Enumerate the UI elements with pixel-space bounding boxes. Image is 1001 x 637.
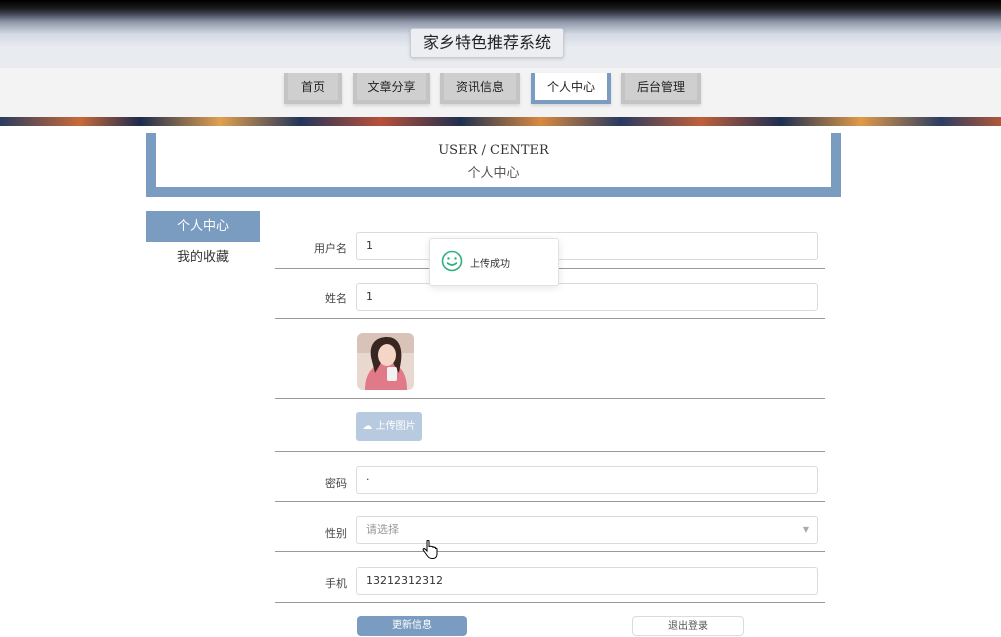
upload-image-label: 上传图片 (375, 421, 416, 432)
name-input[interactable]: 1 (356, 283, 818, 311)
form-row-password: 密码 · (275, 451, 825, 502)
top-header: 家乡特色推荐系统 (0, 0, 1001, 68)
nav-item-home[interactable]: 首页 (284, 73, 342, 104)
form-row-avatar (275, 318, 825, 399)
phone-input[interactable]: 13212312312 (356, 567, 818, 595)
form-row-upload: ☁ 上传图片 (275, 398, 825, 452)
toast-message: 上传成功 (470, 259, 510, 270)
smile-icon (441, 250, 463, 272)
avatar (357, 333, 414, 390)
sidebar-item-my-favorites[interactable]: 我的收藏 (146, 242, 260, 273)
nav-item-admin[interactable]: 后台管理 (621, 73, 701, 104)
sidebar-item-personal-center[interactable]: 个人中心 (146, 211, 260, 242)
hand-cursor-icon (422, 540, 438, 559)
page-banner: USER / CENTER 个人中心 (146, 133, 841, 197)
form-row-phone: 手机 13212312312 (275, 551, 825, 603)
success-toast: 上传成功 (429, 238, 559, 286)
nav-item-articles[interactable]: 文章分享 (353, 73, 430, 104)
username-input[interactable]: 1 (356, 232, 818, 260)
password-input[interactable]: · (356, 466, 818, 494)
logout-button[interactable]: 退出登录 (632, 616, 744, 636)
banner-image-strip (0, 117, 1001, 126)
site-title: 家乡特色推荐系统 (410, 28, 564, 58)
gender-select-placeholder: 请选择 (366, 523, 399, 536)
banner-title-cn: 个人中心 (467, 166, 520, 181)
update-info-button[interactable]: 更新信息 (357, 616, 467, 636)
name-label: 姓名 (325, 292, 347, 305)
sidebar: 个人中心 我的收藏 (146, 211, 260, 273)
phone-label: 手机 (325, 577, 347, 590)
chevron-down-icon: ▼ (802, 525, 809, 534)
cloud-upload-icon: ☁ (362, 421, 373, 432)
nav-item-news[interactable]: 资讯信息 (440, 73, 520, 104)
form-row-gender: 性别 请选择 ▼ (275, 501, 825, 552)
password-label: 密码 (325, 477, 347, 490)
nav-item-personal-center[interactable]: 个人中心 (531, 73, 611, 104)
username-label: 用户名 (314, 242, 347, 255)
main-nav: 首页 文章分享 资讯信息 个人中心 后台管理 (0, 68, 1001, 117)
banner-title-en: USER / CENTER (438, 143, 549, 158)
gender-label: 性别 (325, 527, 347, 540)
upload-image-button[interactable]: ☁ 上传图片 (356, 412, 422, 441)
